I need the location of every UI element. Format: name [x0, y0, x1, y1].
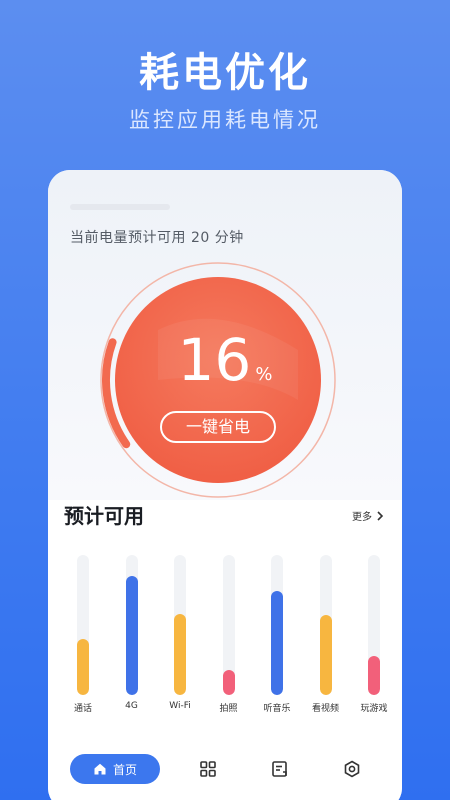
usage-bars: 通话 4G Wi-Fi 拍照 听音乐 看视频 玩游戏 [58, 555, 394, 720]
usage-bar-item: 拍照 [204, 555, 254, 720]
usage-bar-item: 听音乐 [252, 555, 302, 720]
usage-bar-fill [222, 669, 235, 695]
faint-placeholder-text [70, 204, 170, 210]
usage-bar-track [125, 555, 138, 695]
usage-bar-track [77, 555, 89, 695]
chevron-right-icon [377, 510, 384, 521]
battery-percent-unit: % [255, 364, 273, 385]
usage-bar-track [174, 555, 186, 695]
usage-bar-label: Wi-Fi [169, 701, 191, 711]
usage-bar-item: 玩游戏 [349, 555, 399, 720]
battery-card: 当前电量预计可用 20 分钟 16% 一键省电 预计可用 更多 通话 4G Wi-F… [48, 170, 402, 800]
battery-percent-number: 16 [177, 326, 252, 394]
usage-bar-track [222, 555, 235, 695]
usage-bar-fill [271, 591, 283, 695]
usage-bar-track [319, 555, 332, 695]
more-label: 更多 [352, 512, 372, 523]
estimated-available-title: 预计可用 [64, 504, 144, 528]
usage-bar-label: 通话 [73, 704, 92, 714]
usage-bar-item: 4G [107, 555, 157, 720]
hero-title: 耗电优化 [139, 50, 311, 96]
usage-bar-label: 4G [125, 701, 138, 711]
hero-subtitle: 监控应用耗电情况 [129, 108, 321, 132]
one-click-save-button[interactable]: 一键省电 [160, 411, 276, 443]
bottom-navigation: 首页 [48, 735, 402, 800]
remaining-time-text: 当前电量预计可用 20 分钟 [70, 230, 244, 246]
nav-home-label: 首页 [112, 762, 137, 777]
battery-percent: 16% [48, 330, 402, 405]
usage-bar-fill [319, 615, 332, 695]
document-icon[interactable] [270, 759, 290, 779]
more-link[interactable]: 更多 [352, 508, 384, 523]
usage-bar-label: 看视频 [311, 704, 339, 714]
usage-bar-track [368, 555, 380, 695]
nav-home-button[interactable]: 首页 [70, 754, 160, 784]
usage-bar-fill [125, 576, 138, 695]
usage-bar-fill [174, 613, 186, 695]
usage-bar-item: 看视频 [301, 555, 351, 720]
usage-bar-item: Wi-Fi [155, 555, 205, 720]
usage-bar-track [271, 555, 283, 695]
usage-bar-item: 通话 [58, 555, 108, 720]
usage-bar-fill [77, 639, 89, 695]
usage-bar-label: 拍照 [219, 704, 238, 714]
usage-bar-label: 玩游戏 [360, 704, 388, 714]
home-icon [94, 763, 106, 775]
grid-icon[interactable] [198, 759, 218, 779]
usage-bar-label: 听音乐 [263, 704, 291, 714]
settings-hex-icon[interactable] [342, 759, 362, 779]
usage-bar-fill [368, 655, 380, 695]
